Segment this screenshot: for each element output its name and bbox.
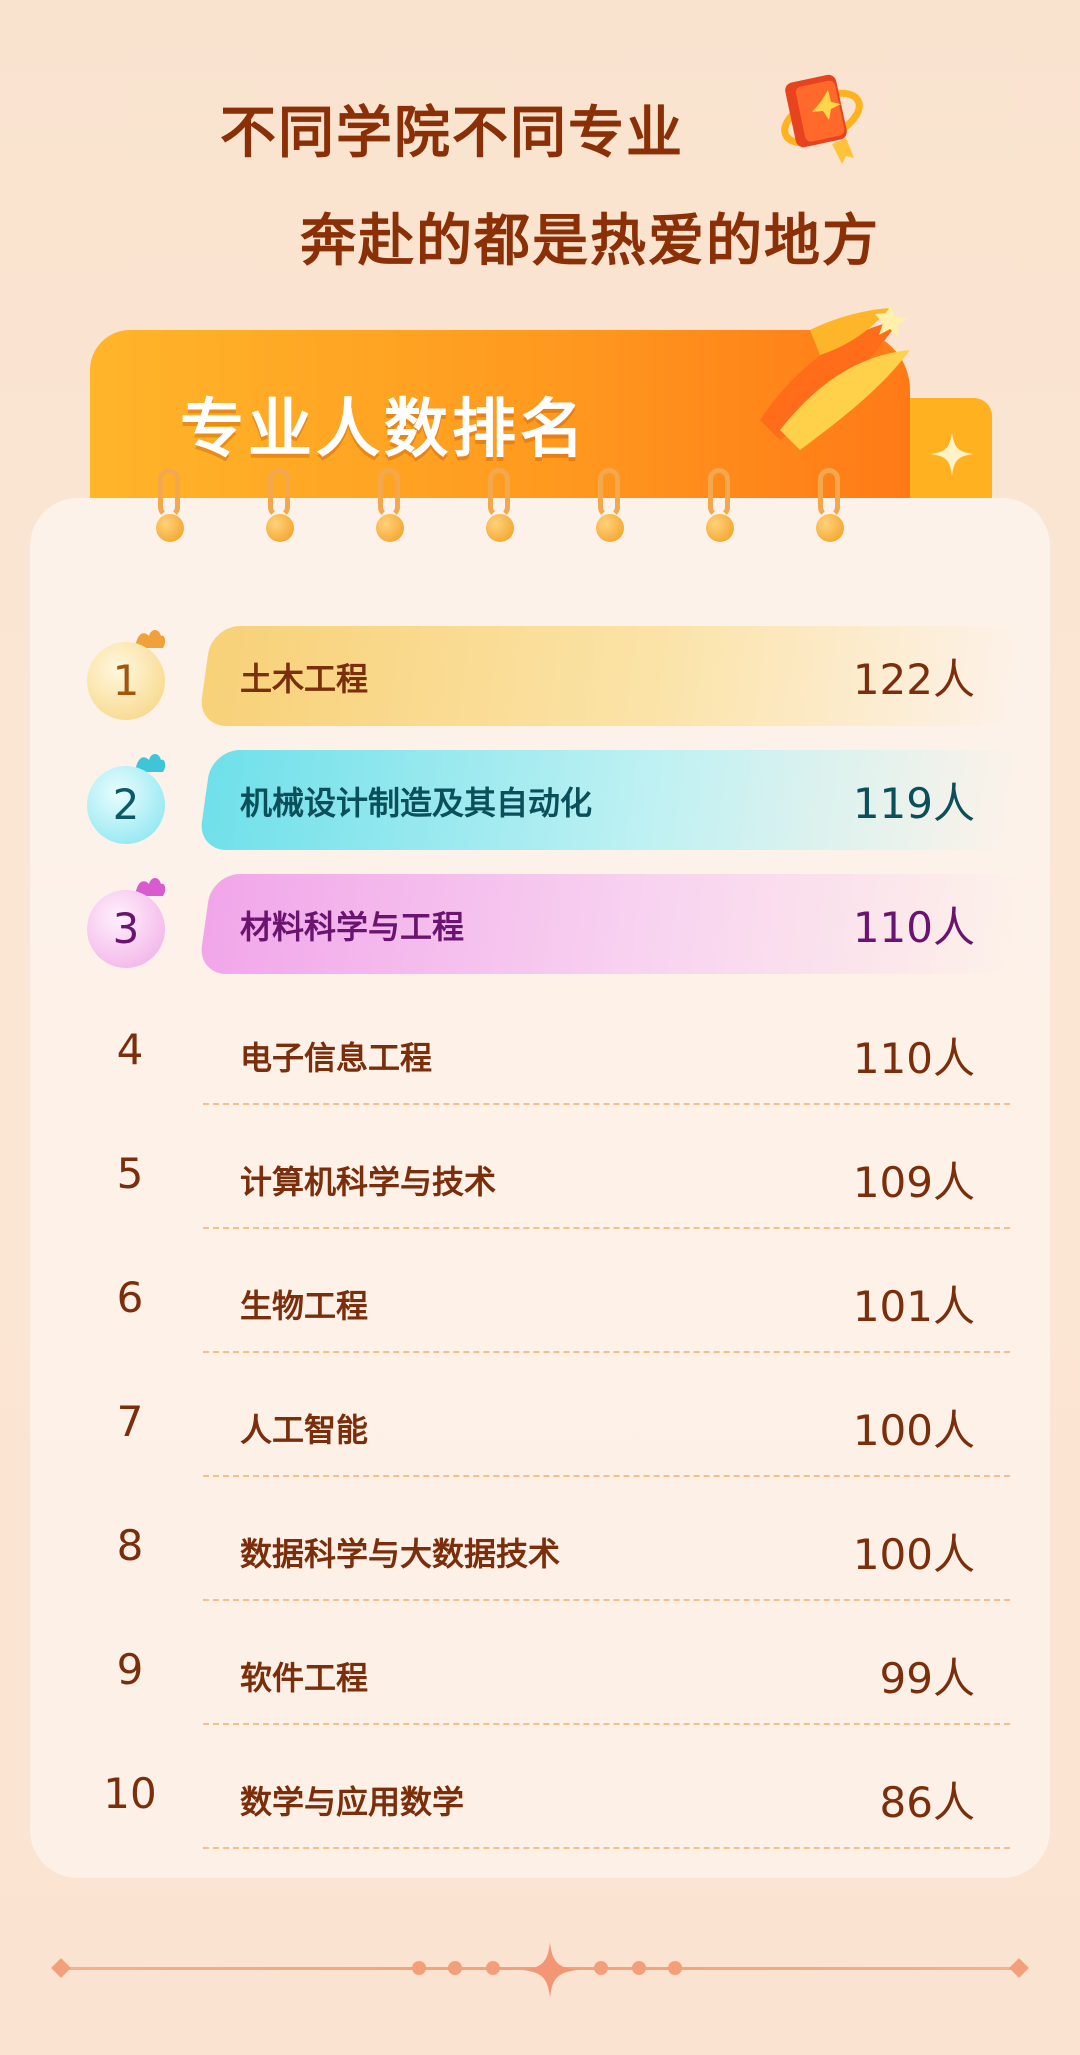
footer-dot — [412, 1961, 426, 1975]
ranking-row-9: 9 软件工程 99人 — [0, 1615, 1080, 1725]
major-name: 机械设计制造及其自动化 — [240, 784, 593, 822]
major-name: 数学与应用数学 — [240, 1783, 465, 1821]
major-name: 电子信息工程 — [240, 1039, 433, 1077]
medal-icon: 3 — [87, 878, 169, 968]
sparkle-icon — [930, 432, 974, 476]
binder-ring — [156, 468, 184, 548]
major-name: 材料科学与工程 — [240, 908, 465, 946]
student-count: 122人 — [852, 655, 975, 704]
student-count: 101人 — [852, 1282, 975, 1331]
ranking-row-10: 10 数学与应用数学 86人 — [0, 1739, 1080, 1849]
binder-ring — [816, 468, 844, 548]
headline-line-2: 奔赴的都是热爱的地方 — [300, 209, 880, 274]
medal-icon: 1 — [87, 630, 169, 720]
student-count: 109人 — [852, 1158, 975, 1207]
footer-dot — [668, 1961, 682, 1975]
ranking-row-4: 4 电子信息工程 110人 — [0, 995, 1080, 1105]
footer-dot — [486, 1961, 500, 1975]
major-name: 计算机科学与技术 — [240, 1163, 497, 1201]
rank-number: 9 — [116, 1645, 144, 1694]
ranking-row-8: 8 数据科学与大数据技术 100人 — [0, 1491, 1080, 1601]
student-count: 119人 — [852, 779, 975, 828]
major-name: 土木工程 — [240, 660, 369, 698]
medal-icon: 2 — [87, 754, 169, 844]
rank-number: 6 — [116, 1273, 144, 1322]
binder-ring — [596, 468, 624, 548]
ranking-row-6: 6 生物工程 101人 — [0, 1243, 1080, 1353]
section-title: 专业人数排名 — [180, 393, 588, 467]
footer-dot — [448, 1961, 462, 1975]
row-divider — [203, 1847, 1010, 1849]
rank-number: 5 — [116, 1149, 144, 1198]
book-icon — [781, 74, 863, 164]
student-count: 86人 — [879, 1778, 975, 1827]
row-divider — [203, 1723, 1010, 1725]
row-divider — [203, 1599, 1010, 1601]
major-name: 数据科学与大数据技术 — [240, 1535, 561, 1573]
binder-ring — [486, 468, 514, 548]
rank-number: 2 — [112, 780, 140, 829]
footer-diamond-right — [1009, 1958, 1029, 1978]
rank-number: 3 — [112, 904, 140, 953]
major-name: 生物工程 — [240, 1287, 369, 1325]
footer-dot — [632, 1961, 646, 1975]
rank-number: 10 — [103, 1769, 157, 1818]
ranking-row-1: 1 土木工程 122人 — [0, 616, 1080, 726]
row-divider — [203, 1351, 1010, 1353]
student-count: 100人 — [852, 1530, 975, 1579]
student-count: 100人 — [852, 1406, 975, 1455]
binder-ring — [376, 468, 404, 548]
binder-ring — [266, 468, 294, 548]
footer-dot — [594, 1961, 608, 1975]
footer-diamond-left — [51, 1958, 71, 1978]
student-count: 110人 — [852, 903, 975, 952]
ribbon-decoration-icon — [760, 305, 910, 450]
headline-line-1: 不同学院不同专业 — [220, 101, 684, 166]
row-divider — [203, 1103, 1010, 1105]
rank-number: 8 — [116, 1521, 144, 1570]
ranking-row-7: 7 人工智能 100人 — [0, 1367, 1080, 1477]
major-name: 软件工程 — [240, 1659, 369, 1697]
binder-ring — [706, 468, 734, 548]
rank-number: 7 — [116, 1397, 144, 1446]
student-count: 110人 — [852, 1034, 975, 1083]
row-divider — [203, 1227, 1010, 1229]
row-divider — [203, 1475, 1010, 1477]
rank-number: 1 — [112, 656, 140, 705]
star-ornament-icon — [522, 1942, 578, 1998]
ranking-row-3: 3 材料科学与工程 110人 — [0, 864, 1080, 974]
ranking-row-2: 2 机械设计制造及其自动化 119人 — [0, 740, 1080, 850]
student-count: 99人 — [879, 1654, 975, 1703]
major-name: 人工智能 — [240, 1411, 369, 1449]
ranking-row-5: 5 计算机科学与技术 109人 — [0, 1119, 1080, 1229]
rank-number: 4 — [116, 1025, 144, 1074]
